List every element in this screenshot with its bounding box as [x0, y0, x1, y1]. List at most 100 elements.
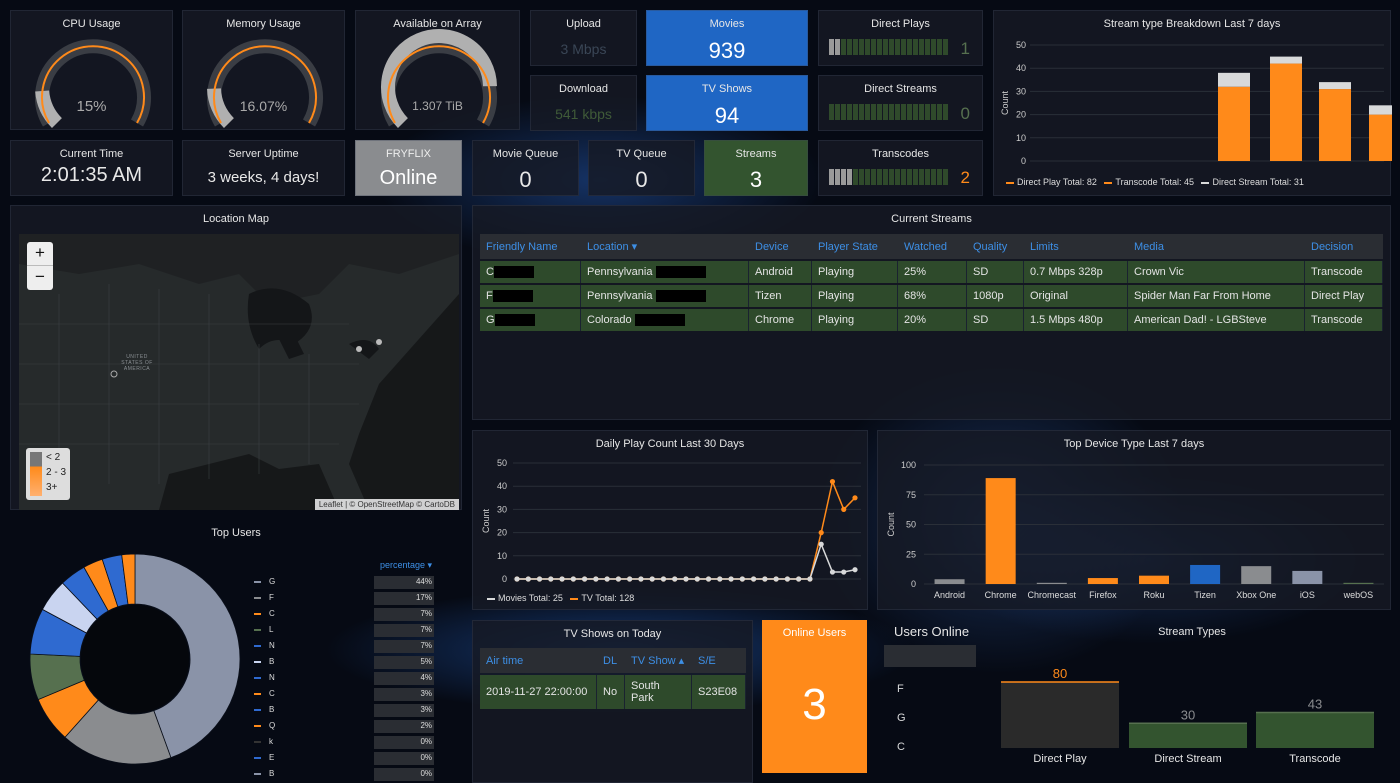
movies-point: [683, 576, 689, 582]
bar-gauge-segment: [865, 39, 870, 55]
list-item: L 7%: [254, 623, 434, 639]
bar-gauge-segment: [835, 104, 840, 120]
table-row: G Colorado Chrome Playing 20% SD 1.5 Mbp…: [480, 309, 1383, 332]
online-users-panel: Online Users 3: [762, 620, 867, 773]
stream-breakdown-panel: Stream type Breakdown Last 7 days 0 10 20 3…: [993, 10, 1392, 196]
y-tick-label: 25: [906, 549, 916, 559]
current-time-value: 2:01:35 AM: [40, 164, 143, 186]
map-canvas[interactable]: UNITED STATES OF AMERICA + − < 2 2 - 3 3…: [19, 234, 459, 510]
bar-gauge-segment: [931, 169, 936, 185]
list-item: B 0%: [254, 767, 434, 783]
user-percentage: 17%: [415, 593, 432, 602]
bar-direct-play: [1369, 114, 1392, 161]
col-player-state[interactable]: Player State: [812, 234, 898, 259]
movies-point: [762, 576, 768, 582]
y-tick-label: 30: [1016, 86, 1026, 96]
tv-today-table: Air time DL TV Show ▴ S/E 2019-11-27 22:…: [480, 646, 746, 711]
y-tick-label: 40: [1016, 63, 1026, 73]
col-limits[interactable]: Limits: [1024, 234, 1128, 259]
bar-gauge-segment: [913, 39, 918, 55]
movies-point: [807, 576, 813, 582]
tv-point: [852, 495, 858, 501]
bar-gauge-segment: [943, 39, 948, 55]
upload-title: Upload: [566, 18, 601, 30]
map-attribution[interactable]: Leaflet | © OpenStreetMap © CartoDB: [314, 499, 459, 510]
bar-gauge-segment: [841, 39, 846, 55]
direct-streams-value: 0: [960, 104, 970, 123]
direct-plays-panel: Direct Plays 1: [818, 10, 983, 66]
bar-direct-play: [1218, 86, 1250, 161]
col-decision[interactable]: Decision: [1305, 234, 1383, 259]
device-bar: [934, 579, 965, 584]
redaction: [634, 314, 685, 327]
col-location[interactable]: Location ▾: [581, 234, 749, 259]
tv-today-panel: TV Shows on Today Air time DL TV Show ▴ …: [472, 620, 753, 783]
server-name: FRYFLIX: [385, 148, 432, 160]
x-tick-label: Android: [934, 590, 965, 600]
bar-gauge-segment: [895, 104, 900, 120]
transcodes-value: 2: [960, 168, 970, 187]
col-watched[interactable]: Watched: [898, 234, 967, 259]
top-users-list: G 44% F 17% C 7% L 7% N 7% B 5% N 4% C 3% B 3% Q 2% k 0% E 0% B 0…: [254, 575, 434, 783]
bar-gauge-segment: [889, 104, 894, 120]
user-percentage: 0%: [420, 737, 432, 746]
col-quality[interactable]: Quality: [967, 234, 1024, 259]
legend-movies: Movies: [498, 593, 527, 603]
col-se[interactable]: S/E: [692, 648, 746, 673]
streams-value: 3: [749, 167, 763, 192]
col-tv-show[interactable]: TV Show ▴: [625, 648, 692, 673]
user-color-swatch: [254, 661, 261, 663]
top-users-col-header[interactable]: percentage ▾: [380, 560, 432, 571]
stream-type-value: 30: [1181, 707, 1195, 722]
bar-gauge-segment: [853, 39, 858, 55]
bar-gauge-segment: [847, 104, 852, 120]
user-color-swatch: [254, 709, 261, 711]
movies-point: [548, 576, 554, 582]
transcodes-bar: [829, 169, 949, 188]
bar-gauge-segment: [829, 39, 834, 55]
col-device[interactable]: Device: [749, 234, 812, 259]
movies-point: [627, 576, 633, 582]
bar-gauge-segment: [913, 169, 918, 185]
stream-type-label: Transcode: [1289, 753, 1341, 765]
bar-gauge-segment: [835, 39, 840, 55]
bar-gauge-segment: [925, 39, 930, 55]
movies-point: [818, 541, 824, 547]
current-streams-panel: Current Streams Friendly Name Location ▾…: [472, 205, 1391, 420]
x-tick-label: Chrome: [985, 590, 1017, 600]
movies-title: Movies: [709, 18, 745, 30]
movies-point: [525, 576, 531, 582]
zoom-in-button[interactable]: +: [27, 242, 53, 266]
upload-panel: Upload 3 Mbps: [530, 10, 637, 66]
col-friendly-name[interactable]: Friendly Name: [480, 234, 581, 259]
current-streams-table: Friendly Name Location ▾ Device Player S…: [480, 232, 1383, 333]
map-zoom-control: + −: [27, 242, 53, 290]
cpu-gauge-value: 15%: [76, 98, 107, 115]
cell-state: Playing: [812, 261, 898, 284]
user-name: F: [269, 593, 274, 602]
users-online-item: C: [897, 741, 905, 753]
col-media[interactable]: Media: [1128, 234, 1305, 259]
movies-point: [829, 569, 836, 575]
uptime-value: 3 weeks, 4 days!: [207, 169, 320, 186]
memory-gauge-panel: Memory Usage 16.07%: [182, 10, 345, 130]
transcodes-title: Transcodes: [871, 148, 930, 160]
map-legend-swatch: [30, 452, 42, 496]
legend-direct-stream-total: Total: 31: [1269, 177, 1304, 187]
top-users-title: Top Users: [211, 527, 261, 539]
cell-limits: Original: [1024, 285, 1128, 308]
x-tick-label: Firefox: [1089, 590, 1117, 600]
movies-point: [705, 576, 712, 582]
movies-point: [717, 576, 723, 582]
bar-gauge-segment: [913, 104, 918, 120]
col-dl[interactable]: DL: [597, 648, 625, 673]
user-percentage: 7%: [420, 609, 432, 618]
zoom-out-button[interactable]: −: [27, 266, 53, 290]
map-country-label: UNITED STATES OF AMERICA: [121, 354, 153, 372]
user-percentage: 44%: [415, 577, 432, 586]
cell-state: Playing: [812, 285, 898, 308]
device-bar: [1241, 566, 1272, 584]
col-air-time[interactable]: Air time: [480, 648, 597, 673]
y-tick-label: 50: [1016, 40, 1026, 50]
user-percentage: 0%: [420, 769, 432, 778]
